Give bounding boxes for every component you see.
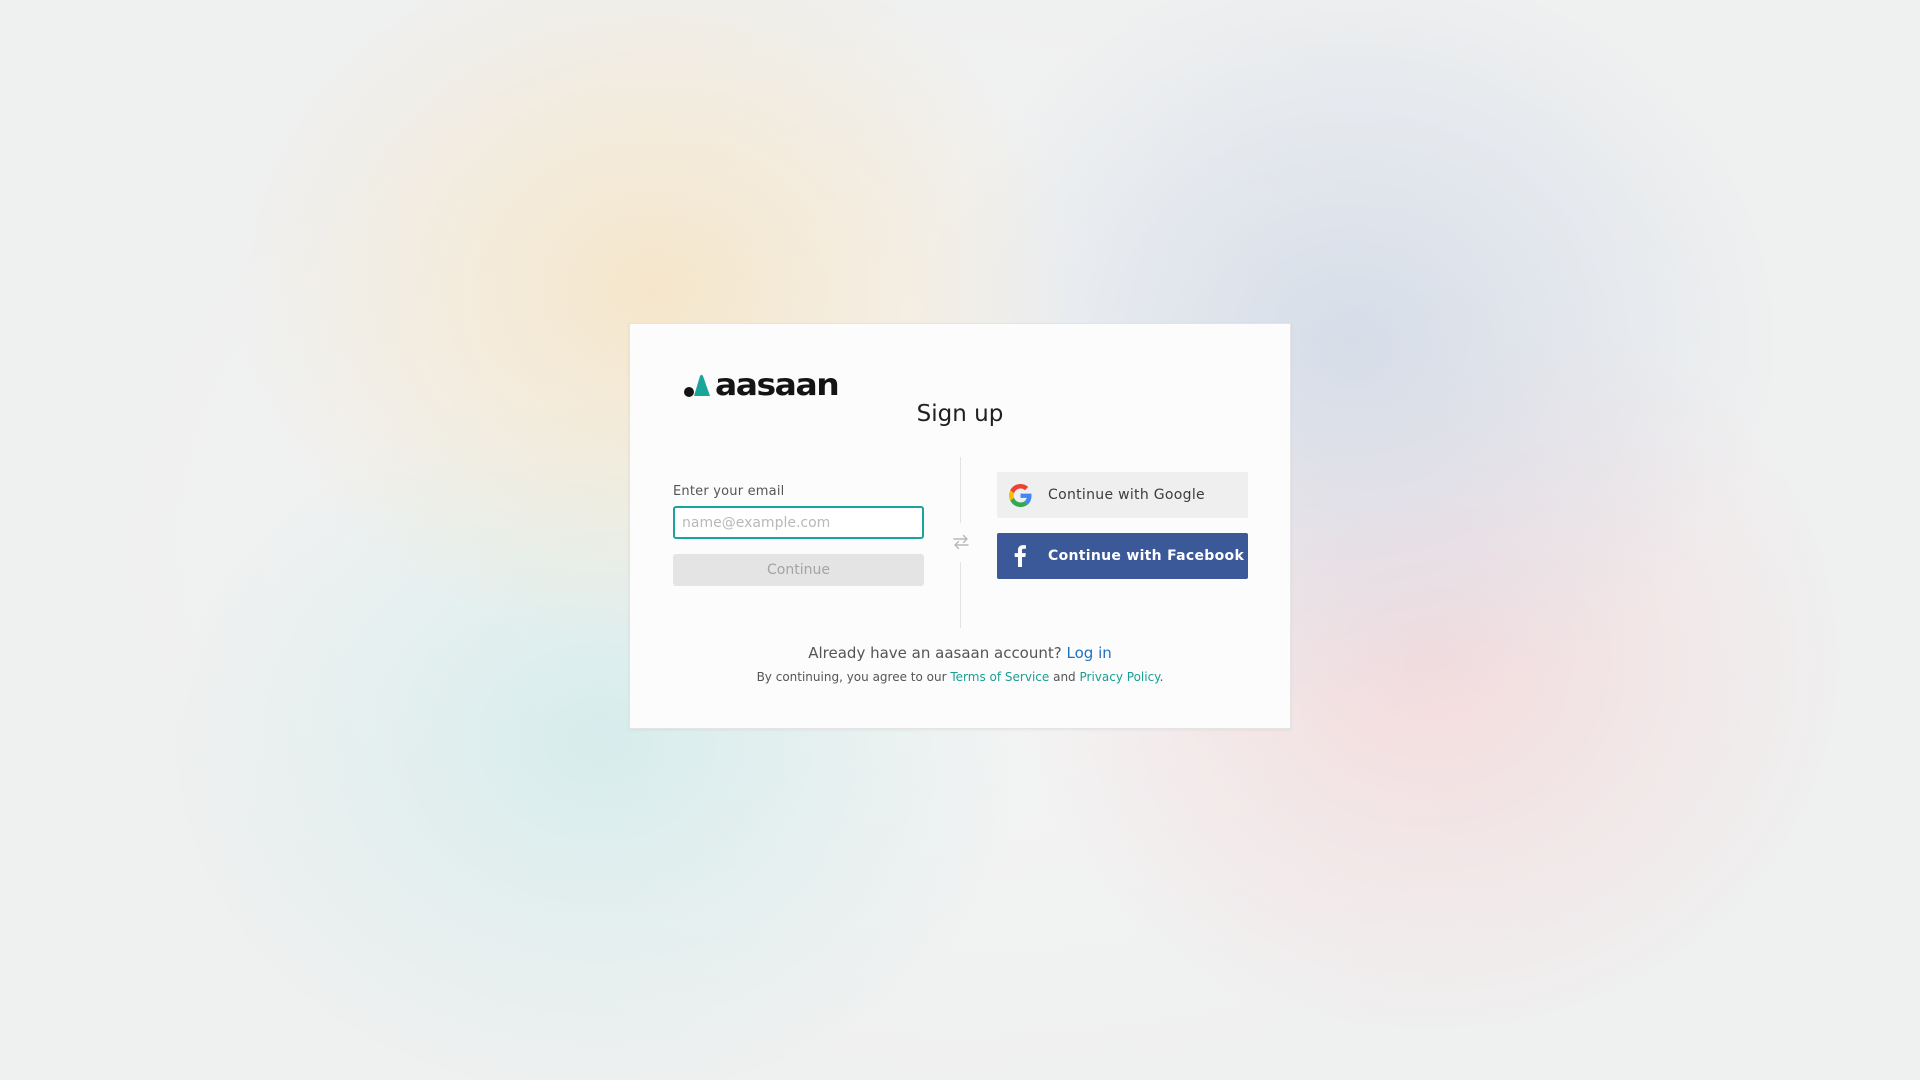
logo-wordmark: aasaan xyxy=(715,366,840,403)
continue-with-facebook-button[interactable]: Continue with Facebook xyxy=(997,533,1248,579)
aasaan-logo-icon xyxy=(684,374,710,397)
page-title: Sign up xyxy=(916,401,1004,427)
continue-with-google-button[interactable]: Continue with Google xyxy=(997,472,1248,518)
terms-prefix-text: By continuing, you agree to our xyxy=(756,670,947,684)
login-link[interactable]: Log in xyxy=(1067,644,1112,662)
terms-of-service-link[interactable]: Terms of Service xyxy=(950,670,1049,684)
social-signup: Continue with Google Continue with Faceb… xyxy=(997,472,1248,579)
email-label: Enter your email xyxy=(673,484,785,499)
swap-arrows-icon xyxy=(950,530,972,554)
privacy-policy-link[interactable]: Privacy Policy xyxy=(1080,670,1160,684)
terms-suffix-text: . xyxy=(1159,670,1164,684)
terms-notice: By continuing, you agree to our Terms of… xyxy=(630,670,1290,684)
login-prompt-text: Already have an aasaan account? xyxy=(808,644,1062,662)
facebook-button-label: Continue with Facebook xyxy=(1048,548,1245,564)
terms-and-text: and xyxy=(1053,670,1076,684)
aasaan-logo[interactable]: aasaan xyxy=(683,366,840,403)
google-button-label: Continue with Google xyxy=(1048,487,1205,503)
email-input[interactable] xyxy=(673,506,924,539)
signup-card: aasaan Sign up Enter your email Continue… xyxy=(629,323,1291,729)
divider-line-top xyxy=(960,457,961,523)
email-signup-form: Enter your email Continue xyxy=(673,484,924,586)
facebook-icon xyxy=(1008,544,1032,568)
divider-line-bottom xyxy=(960,562,961,628)
continue-button[interactable]: Continue xyxy=(673,554,924,586)
login-prompt: Already have an aasaan account? Log in xyxy=(630,644,1290,662)
google-icon xyxy=(1008,483,1032,507)
